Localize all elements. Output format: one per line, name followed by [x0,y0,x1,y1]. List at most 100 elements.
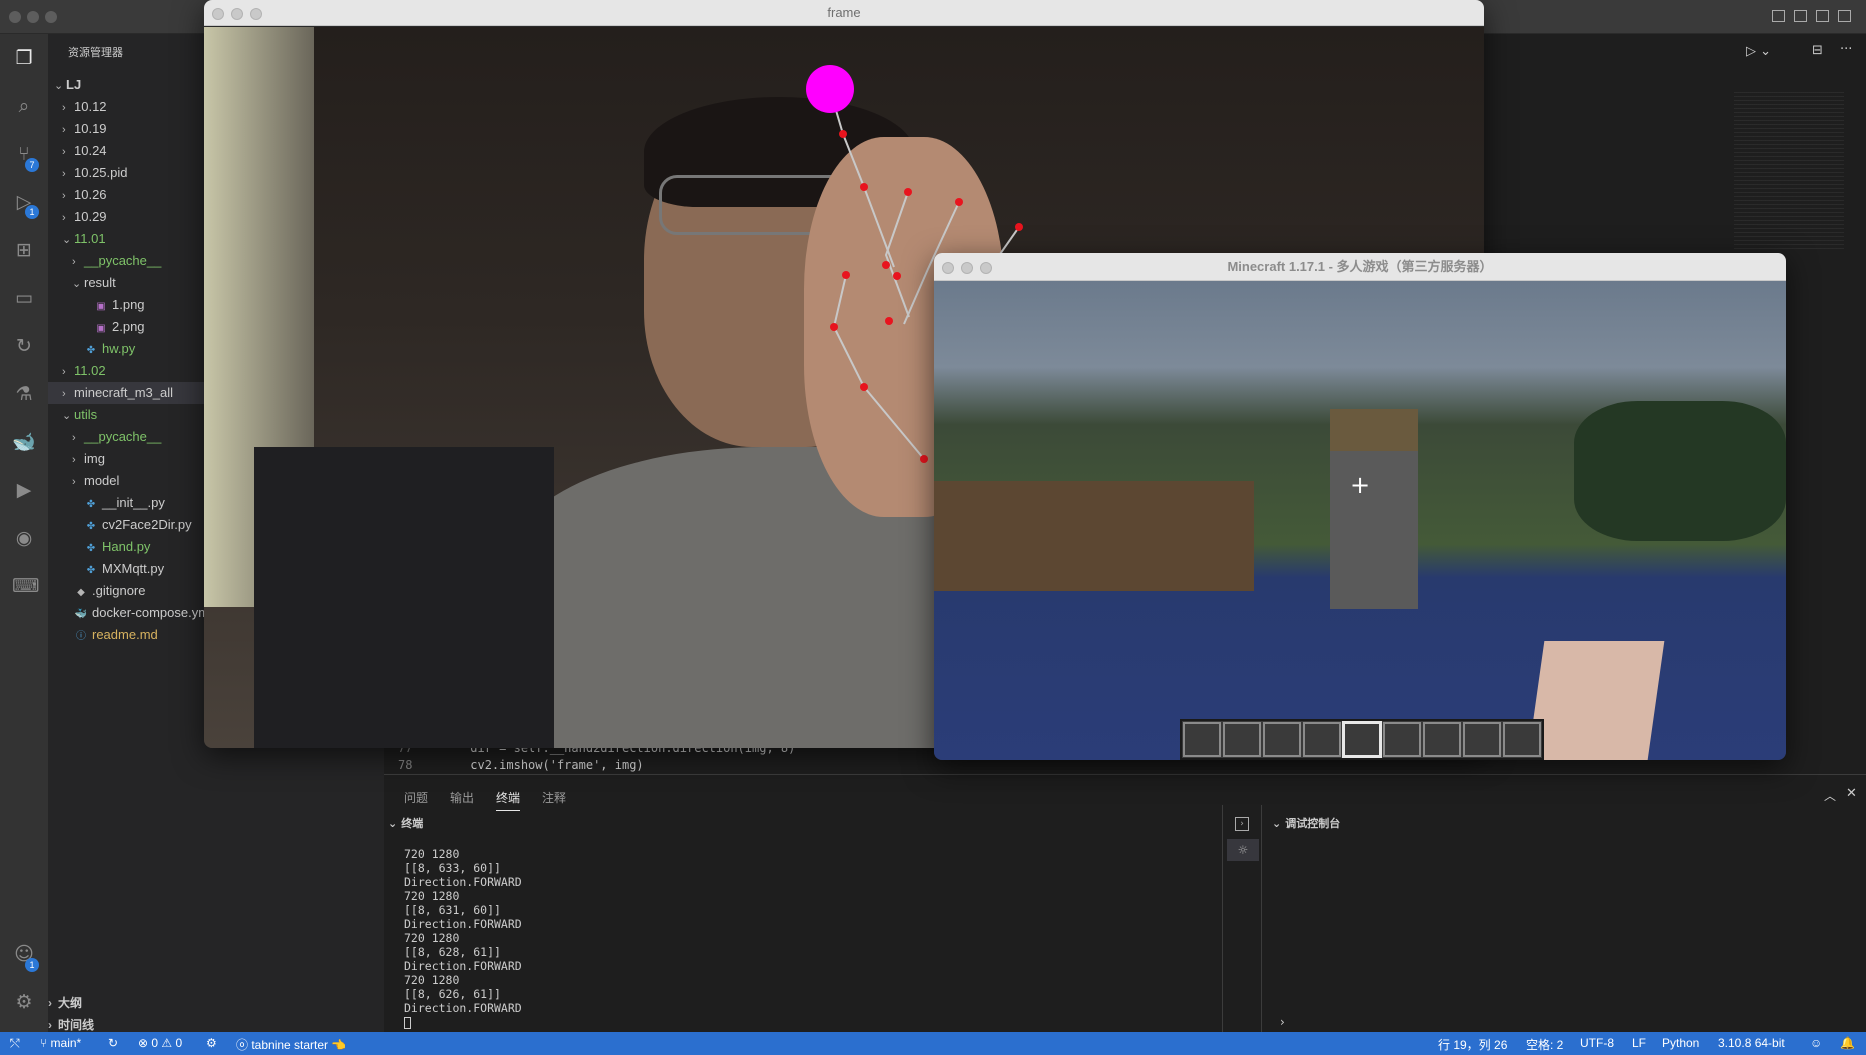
hotbar-slot[interactable] [1383,722,1421,757]
search-icon[interactable]: ⌕ [12,94,36,118]
code-line[interactable]: 78 cv2.imshow('frame', img) [398,758,644,772]
close-panel-icon[interactable]: ✕ [1846,786,1857,801]
more-actions-icon[interactable]: ··· [1840,42,1852,57]
toggle-panel-icon[interactable] [1794,10,1807,22]
tab-terminal[interactable]: 终端 [496,789,521,811]
chevron-down-icon: ⌄ [1272,817,1282,830]
line-ending[interactable]: LF [1632,1036,1646,1050]
remote-explorer-icon[interactable]: ▭ [12,286,36,310]
tree-item-label: 10.26 [74,187,107,202]
tab-output[interactable]: 输出 [450,789,474,806]
extensions-icon[interactable]: ⊞ [12,238,36,262]
frame-zoom-button[interactable] [250,8,262,20]
live-share-icon[interactable]: ▶ [12,478,36,502]
chevron-down-icon: ⌄ [388,817,398,830]
problems-indicator[interactable]: ⊗ 0 ⚠ 0 [138,1036,182,1050]
hotbar-slot[interactable] [1503,722,1541,757]
chevron-right-icon: › [62,190,66,202]
tree-item-label: cv2Face2Dir.py [102,517,192,532]
activity-bar: ❐ ⌕ ⑂ 7 ▷ 1 ⊞ ▭ ↻ ⚗ 🐋 ▶ ◉ ⌨ ☺ 1 ⚙ [0,34,48,1032]
gitlens-icon[interactable]: ↻ [12,334,36,358]
toggle-secondary-sidebar-icon[interactable] [1816,10,1829,22]
terminal-section-header[interactable]: ⌄ 终端 [388,815,423,831]
maximize-panel-icon[interactable]: ︿ [1824,787,1836,804]
frame-close-button[interactable] [212,8,224,20]
hotbar[interactable] [1180,719,1544,760]
sync-icon[interactable]: ↻ [108,1036,118,1050]
debug-console-header[interactable]: ⌄ 调试控制台 [1272,815,1340,831]
tree-item-label: docker-compose.ym [92,605,210,620]
toggle-sidebar-icon[interactable] [1772,10,1785,22]
debug-icon[interactable]: ⚙ [206,1036,217,1050]
encoding[interactable]: UTF-8 [1580,1036,1614,1050]
customize-layout-icon[interactable] [1838,10,1851,22]
github-icon[interactable]: ◉ [12,526,36,550]
terminal-icon[interactable]: ⌨ [12,574,39,598]
terminal-line: [[8, 626, 61]] [404,987,501,1001]
tab-problems[interactable]: 问题 [404,789,428,806]
debug-badge: 1 [25,205,39,219]
debug-terminal-icon[interactable]: ☼ [1227,839,1259,861]
chevron-right-icon: › [62,146,66,158]
cursor-position[interactable]: 行 19，列 26 [1438,1036,1507,1053]
minecraft-window[interactable]: Minecraft 1.17.1 - 多人游戏（第三方服务器） + [934,253,1786,760]
minecraft-close-button[interactable] [942,262,954,274]
frame-minimize-button[interactable] [231,8,243,20]
minimize-window-button[interactable] [27,11,39,23]
chevron-right-icon: › [48,1018,52,1032]
testing-icon[interactable]: ⚗ [12,382,36,406]
explorer-title: 资源管理器 [68,46,123,59]
indentation[interactable]: 空格: 2 [1526,1036,1563,1053]
python-file-icon: ✤ [86,345,96,356]
hotbar-slot[interactable] [1263,722,1301,757]
hotbar-slot[interactable] [1423,722,1461,757]
python-interpreter[interactable]: 3.10.8 64-bit [1718,1036,1785,1050]
timeline-section[interactable]: › 时间线 [48,1016,94,1033]
run-button[interactable]: ▷ ⌄ [1746,44,1771,59]
terminal-line: Direction.FORWARD [404,917,522,931]
accounts-badge: 1 [25,958,39,972]
tree-item-label: 1.png [112,297,145,312]
status-bar: ⤲ ⑂ main* ↻ ⊗ 0 ⚠ 0 ⚙ ⓞ tabnine starter … [0,1032,1866,1055]
hotbar-slot[interactable] [1223,722,1261,757]
close-window-button[interactable] [9,11,21,23]
minecraft-window-titlebar[interactable]: Minecraft 1.17.1 - 多人游戏（第三方服务器） [934,253,1786,281]
branch-indicator[interactable]: ⑂ main* [40,1036,81,1050]
minecraft-minimize-button[interactable] [961,262,973,274]
frame-window-titlebar[interactable]: frame [204,0,1484,26]
terminal-line: 720 1280 [404,931,460,945]
zoom-window-button[interactable] [45,11,57,23]
fingertip-marker [806,65,854,113]
tab-comments[interactable]: 注释 [542,789,566,806]
hotbar-slot[interactable] [1183,722,1221,757]
feedback-icon[interactable]: ☺ [1810,1036,1822,1050]
split-editor-icon[interactable]: ⊟ [1812,43,1823,58]
tree-item-label: model [84,473,120,488]
minimap[interactable] [1734,92,1844,252]
tree-item-label: __init__.py [102,495,165,510]
settings-gear-icon[interactable]: ⚙ [12,990,36,1014]
minecraft-zoom-button[interactable] [980,262,992,274]
hotbar-slot[interactable] [1303,722,1341,757]
debug-console-title: 调试控制台 [1285,817,1341,830]
debug-input-chevron-icon[interactable]: › [1280,1015,1285,1029]
tabnine-indicator[interactable]: ⓞ tabnine starter 👈 [236,1036,346,1053]
explorer-icon[interactable]: ❐ [12,46,36,70]
chevron-right-icon: › [62,124,66,136]
hotbar-slot-selected[interactable] [1342,721,1382,758]
outline-label: 大纲 [58,996,83,1010]
docker-icon[interactable]: 🐋 [12,430,36,454]
remote-icon[interactable]: ⤲ [10,1036,20,1051]
game-view[interactable]: + [934,281,1786,760]
chevron-right-icon: › [62,366,66,378]
chevron-right-icon: › [62,102,66,114]
language-mode[interactable]: Python [1662,1036,1699,1050]
terminal-line: Direction.FORWARD [404,959,522,973]
terminal-instance-icon[interactable]: › [1235,817,1249,831]
terminal-output[interactable]: 720 1280 [[8, 633, 60]] Direction.FORWARD 7… [404,847,522,1015]
chevron-right-icon: › [62,168,66,180]
hotbar-slot[interactable] [1463,722,1501,757]
tree-item-label: 10.25.pid [74,165,128,180]
notifications-bell-icon[interactable]: 🔔 [1840,1036,1855,1050]
outline-section[interactable]: › 大纲 [48,994,82,1011]
